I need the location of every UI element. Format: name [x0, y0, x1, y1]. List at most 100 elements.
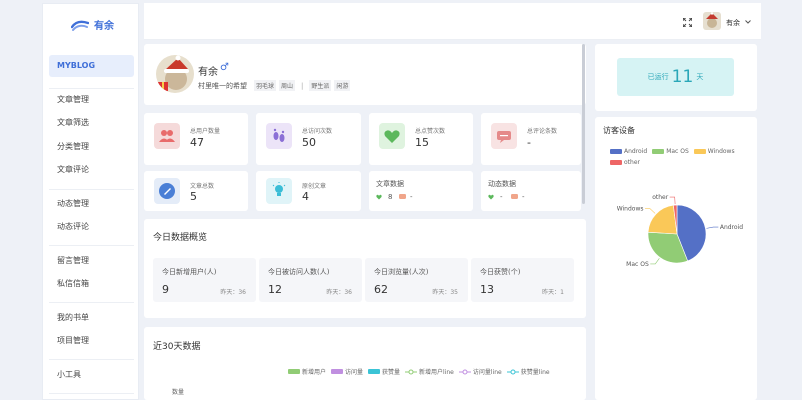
legend-item[interactable]: 访问量line — [458, 367, 502, 376]
legend-item[interactable]: 新增用户line — [405, 367, 454, 376]
stat-value: 5 — [190, 190, 197, 203]
article-comments: - — [410, 193, 413, 201]
like-icon — [488, 194, 494, 200]
article-likes: 8 — [388, 193, 393, 201]
stat-value: 15 — [415, 136, 429, 149]
today-visitors: 今日被访问人数(人) 12 昨天：36 — [259, 258, 362, 302]
visitor-title: 访客设备 — [603, 126, 635, 135]
comment-icon — [399, 194, 406, 199]
today-label: 今日浏览量(人次) — [374, 268, 429, 276]
legend-swatch — [368, 369, 381, 374]
visitor-device-card: 访客设备 Android Mac OS Windows other Androi… — [595, 117, 757, 400]
divider — [49, 245, 134, 246]
chart30-legend: 新增用户 访问量 获赞量 新增用户line 访问量line 获赞量line — [288, 367, 555, 376]
today-yesterday: 昨天：35 — [432, 289, 458, 296]
pie-label: Mac OS — [626, 261, 649, 268]
comment-icon — [511, 194, 518, 199]
profile-tag: 野生派 — [309, 80, 332, 91]
moment-data-card: 动态数据 - - — [481, 171, 581, 211]
legend-item[interactable]: 新增用户 — [288, 367, 326, 376]
logo-icon — [71, 20, 89, 31]
legend-label: other — [624, 159, 640, 166]
legend-label: 访问量line — [472, 369, 502, 376]
chart-30-days-card: 近30天数据 新增用户 访问量 获赞量 新增用户line 访问量line 获赞量… — [144, 327, 586, 400]
chevron-down-icon[interactable] — [745, 20, 751, 24]
chart30-title: 近30天数据 — [153, 342, 201, 352]
legend-label: 新增用户 — [302, 369, 327, 376]
today-overview-card: 今日数据概览 今日新增用户(人) 9 昨天：36 今日被访问人数(人) 12 昨… — [144, 219, 586, 318]
today-likes: 今日获赞(个) 13 昨天：1 — [471, 258, 574, 302]
today-label: 今日被访问人数(人) — [268, 268, 330, 276]
today-label: 今日获赞(个) — [480, 268, 521, 276]
sidebar-item-moment-manage[interactable]: 动态管理 — [57, 198, 89, 209]
gender-icon: ♂ — [220, 62, 229, 73]
today-pageviews: 今日浏览量(人次) 62 昨天：35 — [365, 258, 468, 302]
sidebar-item-article-manage[interactable]: 文章管理 — [57, 94, 89, 105]
sidebar-item-moment-comments[interactable]: 动态评论 — [57, 221, 89, 232]
heart-icon — [379, 123, 405, 149]
legend-swatch — [693, 149, 706, 154]
profile-avatar — [156, 55, 194, 93]
avatar[interactable] — [703, 12, 721, 30]
chart30-ylabel: 数量 — [172, 389, 185, 396]
fullscreen-icon[interactable] — [683, 18, 692, 27]
article-data-card: 文章数据 8 - — [369, 171, 473, 211]
moment-likes: - — [500, 193, 503, 201]
today-yesterday: 昨天：36 — [326, 289, 352, 296]
sidebar-item-category-manage[interactable]: 分类管理 — [57, 141, 89, 152]
legend-line-icon — [506, 369, 519, 374]
running-suffix: 天 — [696, 73, 704, 81]
today-title: 今日数据概览 — [153, 233, 208, 243]
today-new-users: 今日新增用户(人) 9 昨天：36 — [153, 258, 256, 302]
sidebar-item-myblog[interactable]: MYBLOG — [49, 55, 134, 77]
sidebar-item-private-mail[interactable]: 私信信箱 — [57, 278, 89, 289]
today-yesterday: 昨天：1 — [542, 289, 564, 296]
legend-label: 获赞量 — [382, 369, 401, 376]
sidebar-item-article-comments[interactable]: 文章评论 — [57, 164, 89, 175]
today-label: 今日新增用户(人) — [162, 268, 217, 276]
comment-icon — [491, 123, 517, 149]
legend-item[interactable]: 获赞量 — [368, 367, 400, 376]
sidebar-item-message-manage[interactable]: 留言管理 — [57, 255, 89, 266]
top-bar: 有余 — [144, 3, 761, 40]
logo[interactable]: 有余 — [71, 17, 114, 32]
legend-swatch — [610, 160, 622, 165]
divider — [49, 189, 134, 190]
profile-motto: 村里唯一的希望 — [198, 81, 247, 90]
pie-label-line — [706, 226, 719, 229]
like-icon — [376, 194, 382, 200]
legend-item[interactable]: 访问量 — [331, 367, 363, 376]
legend-item[interactable]: Android — [610, 148, 647, 155]
divider — [49, 393, 134, 394]
today-value: 62 — [374, 283, 388, 296]
stat-card-likes: 总点赞次数 15 — [369, 113, 473, 165]
user-name[interactable]: 有余 — [726, 18, 740, 28]
scrollbar[interactable] — [582, 44, 585, 204]
stat-value: - — [527, 136, 531, 149]
today-value: 9 — [162, 283, 169, 296]
legend-item[interactable]: other — [610, 159, 640, 166]
sidebar-item-article-filter[interactable]: 文章筛选 — [57, 117, 89, 128]
sidebar-item-tools[interactable]: 小工具 — [57, 369, 81, 380]
legend-item[interactable]: Windows — [693, 148, 735, 155]
legend-item[interactable]: Mac OS — [652, 148, 689, 155]
legend-label: Mac OS — [666, 148, 689, 155]
stat-label: 总评论条数 — [527, 128, 558, 135]
legend-line-icon — [458, 369, 471, 374]
sidebar: 有余 MYBLOG 文章管理 文章筛选 分类管理 文章评论 动态管理 动态评论 … — [42, 3, 139, 400]
profile-tag: 羽毛球 — [254, 80, 277, 91]
today-yesterday: 昨天：36 — [220, 289, 246, 296]
sidebar-item-project-manage[interactable]: 项目管理 — [57, 335, 89, 346]
legend-label: Windows — [707, 148, 735, 155]
legend-label: 访问量 — [345, 369, 364, 376]
stat-card-visits: 总访问次数 50 — [256, 113, 361, 165]
stat-label: 总访问次数 — [302, 128, 333, 135]
legend-label: Android — [624, 148, 648, 155]
profile-name: 有余 — [198, 67, 218, 78]
legend-item[interactable]: 获赞量line — [506, 367, 550, 376]
sidebar-item-book-list[interactable]: 我的书单 — [57, 312, 89, 323]
pie-slice-windows[interactable] — [647, 204, 678, 235]
stat-label: 文章总数 — [190, 183, 215, 190]
stat-value: 47 — [190, 136, 204, 149]
pie-label: Windows — [617, 206, 644, 213]
